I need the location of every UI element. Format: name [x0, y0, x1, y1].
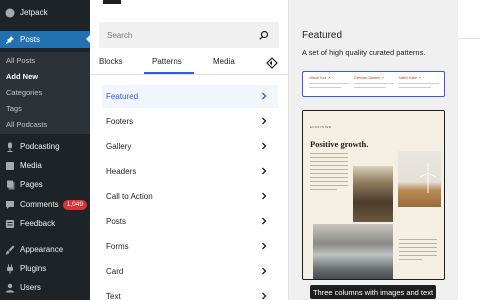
- pattern-column: Nakhl Halle ↗: [399, 76, 439, 88]
- inserter-tabs: Blocks Patterns Media: [90, 52, 288, 74]
- menu-item-label: Jetpack: [20, 8, 48, 17]
- submenu-tags[interactable]: Tags: [6, 104, 22, 113]
- chevron-right-icon: [262, 192, 267, 200]
- toolbar-block-indicator: [103, 0, 121, 4]
- feedback-icon: [5, 219, 15, 229]
- menu-item-label: Users: [20, 283, 41, 292]
- tab-patterns[interactable]: Patterns: [152, 57, 182, 66]
- chevron-right-icon: [262, 167, 267, 175]
- category-label: Posts: [106, 217, 127, 226]
- menu-item-posts[interactable]: Posts: [0, 31, 90, 48]
- preview-description: A set of high quality curated patterns.: [302, 48, 426, 57]
- posts-submenu: All Posts Add New Categories Tags All Po…: [0, 52, 90, 134]
- media-icon: [5, 161, 15, 171]
- menu-item-appearance[interactable]: Appearance: [0, 241, 90, 258]
- submenu-all-posts[interactable]: All Posts: [6, 56, 35, 65]
- category-headers[interactable]: Headers: [102, 160, 278, 183]
- category-label: Text: [106, 292, 121, 300]
- comment-count-badge: 1,049: [62, 199, 87, 210]
- category-footers[interactable]: Footers: [102, 110, 278, 133]
- tabs-divider: [90, 74, 288, 75]
- wind-turbine-icon: [419, 163, 437, 193]
- category-card[interactable]: Card: [102, 260, 278, 283]
- wind-turbine-image: [398, 151, 441, 207]
- chevron-right-icon: [262, 242, 267, 250]
- category-label: Gallery: [106, 142, 132, 151]
- menu-item-label: Posts: [20, 35, 41, 44]
- plugin-icon: [5, 264, 15, 274]
- menu-item-media[interactable]: Media: [0, 157, 90, 174]
- block-inserter-panel: Search Blocks Patterns Media Featured Fo…: [90, 0, 288, 300]
- submenu-add-new[interactable]: Add New: [6, 72, 38, 81]
- column-title: Nakhl Halle ↗: [399, 76, 421, 80]
- chevron-right-icon: [262, 267, 267, 275]
- pattern-body-text: [310, 153, 348, 193]
- column-title: Virtual Tour ↗: [309, 76, 331, 80]
- menu-item-label: Appearance: [20, 245, 64, 254]
- category-featured[interactable]: Featured: [102, 85, 278, 108]
- category-posts[interactable]: Posts: [102, 210, 278, 233]
- divider: [458, 38, 480, 39]
- jetpack-icon: [5, 8, 15, 18]
- pattern-manager-icon[interactable]: [266, 57, 278, 69]
- brush-icon: [5, 245, 15, 255]
- pattern-card-columns[interactable]: Virtual Tour ↗ Gemma Glasses ↗ Nakhl Hal…: [302, 71, 445, 97]
- comment-icon: [5, 200, 15, 210]
- pattern-preview-panel: Featured A set of high quality curated p…: [288, 0, 458, 300]
- menu-item-feedback[interactable]: Feedback: [0, 215, 90, 232]
- editor-canvas-edge: [458, 0, 480, 300]
- menu-item-label: Plugins: [20, 264, 47, 273]
- category-label: Card: [106, 267, 124, 276]
- menu-item-label: Pages: [20, 180, 43, 189]
- search-icon: [259, 30, 269, 40]
- pages-icon: [5, 180, 15, 190]
- pin-icon: [5, 35, 15, 45]
- forest-image: [353, 166, 393, 222]
- menu-item-label: Podcasting: [20, 142, 60, 151]
- category-label: Headers: [106, 167, 137, 176]
- menu-item-pages[interactable]: Pages: [0, 176, 90, 193]
- category-label: Footers: [106, 117, 134, 126]
- menu-item-comments[interactable]: Comments 1,049: [0, 196, 90, 213]
- microphone-icon: [5, 142, 15, 152]
- menu-item-plugins[interactable]: Plugins: [0, 260, 90, 277]
- pattern-body-text: [399, 239, 437, 263]
- menu-item-podcasting[interactable]: Podcasting: [0, 138, 90, 155]
- category-label: Call to Action: [106, 192, 153, 201]
- category-label: Forms: [106, 242, 129, 251]
- tab-blocks[interactable]: Blocks: [99, 57, 123, 66]
- menu-item-label: Feedback: [20, 219, 56, 228]
- pattern-column: Virtual Tour ↗: [309, 76, 349, 88]
- chevron-right-icon: [262, 92, 267, 100]
- search-input[interactable]: Search: [99, 22, 279, 48]
- submenu-all-podcasts[interactable]: All Podcasts: [6, 120, 47, 129]
- search-placeholder: Search: [107, 30, 133, 40]
- menu-item-jetpack[interactable]: Jetpack: [0, 4, 90, 21]
- menu-item-users[interactable]: Users: [0, 279, 90, 296]
- users-icon: [5, 283, 15, 293]
- category-call-to-action[interactable]: Call to Action: [102, 185, 278, 208]
- category-gallery[interactable]: Gallery: [102, 135, 278, 158]
- category-forms[interactable]: Forms: [102, 235, 278, 258]
- menu-item-label: Media: [20, 161, 42, 170]
- category-text[interactable]: Text: [102, 285, 278, 300]
- admin-sidebar: Jetpack Posts All Posts Add New Categori…: [0, 0, 91, 300]
- pattern-kicker: ECOSYSTEM: [310, 125, 332, 129]
- chevron-right-icon: [262, 117, 267, 125]
- category-label: Featured: [106, 92, 139, 101]
- preview-title: Featured: [302, 30, 343, 41]
- column-title: Gemma Glasses ↗: [354, 76, 384, 80]
- submenu-categories[interactable]: Categories: [6, 88, 42, 97]
- pattern-tooltip: Three columns with images and text: [310, 285, 436, 299]
- pattern-column: Gemma Glasses ↗: [354, 76, 394, 88]
- chevron-right-icon: [262, 217, 267, 225]
- menu-item-label: Comments: [20, 200, 59, 209]
- tab-media[interactable]: Media: [213, 57, 235, 66]
- coast-image: [313, 224, 393, 279]
- pattern-heading: Positive growth.: [310, 139, 369, 149]
- pattern-card-images-text[interactable]: ECOSYSTEM Positive growth.: [302, 110, 445, 280]
- chevron-right-icon: [262, 142, 267, 150]
- chevron-right-icon: [262, 292, 267, 300]
